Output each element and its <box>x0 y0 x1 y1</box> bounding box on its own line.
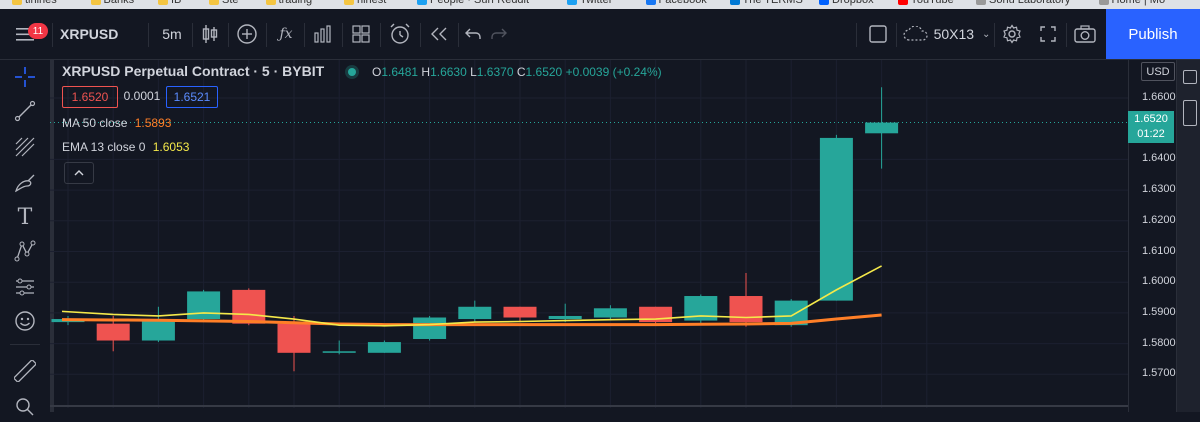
ma50-value: 1.5893 <box>134 116 172 130</box>
spread-value: 0.0001 <box>123 89 161 103</box>
candle-body <box>593 308 627 318</box>
candle-body <box>503 306 537 318</box>
candle-body <box>322 351 356 353</box>
high-value: 1.6630 <box>430 65 467 79</box>
watchlist-icon[interactable] <box>1183 70 1197 84</box>
candle-body <box>232 289 266 324</box>
candle-body <box>96 323 130 341</box>
price-tick-label: 1.6300 <box>1142 183 1176 196</box>
current-price-label: 1.6520 01:22 <box>1128 111 1174 143</box>
price-tick-label: 1.5700 <box>1142 367 1176 380</box>
price-chart[interactable] <box>0 0 1128 412</box>
buy-price-button[interactable]: 1.6521 <box>166 86 218 108</box>
ohlc-values: O1.6481 H1.6630 L1.6370 C1.6520 +0.0039 … <box>372 65 662 79</box>
price-tick-label: 1.6000 <box>1142 275 1176 288</box>
candle-body <box>367 342 401 353</box>
collapse-legend-button[interactable] <box>64 162 94 184</box>
price-tick-label: 1.6600 <box>1142 91 1176 103</box>
price-tick-label: 1.6200 <box>1142 213 1176 226</box>
currency-label[interactable]: USD <box>1141 62 1175 81</box>
candle-countdown: 01:22 <box>1137 128 1165 140</box>
sell-price-button[interactable]: 1.6520 <box>62 86 118 108</box>
low-value: 1.6370 <box>476 65 514 79</box>
chart-title: XRPUSD Perpetual Contract · 5 · BYBIT <box>62 63 357 79</box>
indicator-ema13[interactable]: EMA 13 close 0 1.6053 <box>62 140 189 154</box>
change-value: +0.0039 (+0.24%) <box>565 65 662 79</box>
indicator-ma50[interactable]: MA 50 close 1.5893 <box>62 116 171 130</box>
ema13-value: 1.6053 <box>152 140 190 154</box>
market-status-dot <box>348 68 357 77</box>
candle-body <box>277 323 311 353</box>
chevron-up-icon <box>74 170 84 176</box>
candle-body <box>187 291 221 320</box>
price-tick-label: 1.5900 <box>1142 305 1176 318</box>
candle-body <box>819 137 853 301</box>
candle-body <box>865 122 899 134</box>
candle-body <box>141 319 175 341</box>
price-tick-label: 1.6400 <box>1142 152 1176 165</box>
candle-body <box>458 306 492 320</box>
open-value: 1.6481 <box>381 65 419 79</box>
price-tick-label: 1.5800 <box>1142 336 1176 349</box>
close-value: 1.6520 <box>525 65 563 79</box>
panel-icon[interactable] <box>1183 100 1197 126</box>
candle-body <box>548 315 582 320</box>
candle-body <box>413 317 447 339</box>
right-panel-strip <box>1176 60 1200 412</box>
price-tick-label: 1.6100 <box>1142 244 1176 257</box>
